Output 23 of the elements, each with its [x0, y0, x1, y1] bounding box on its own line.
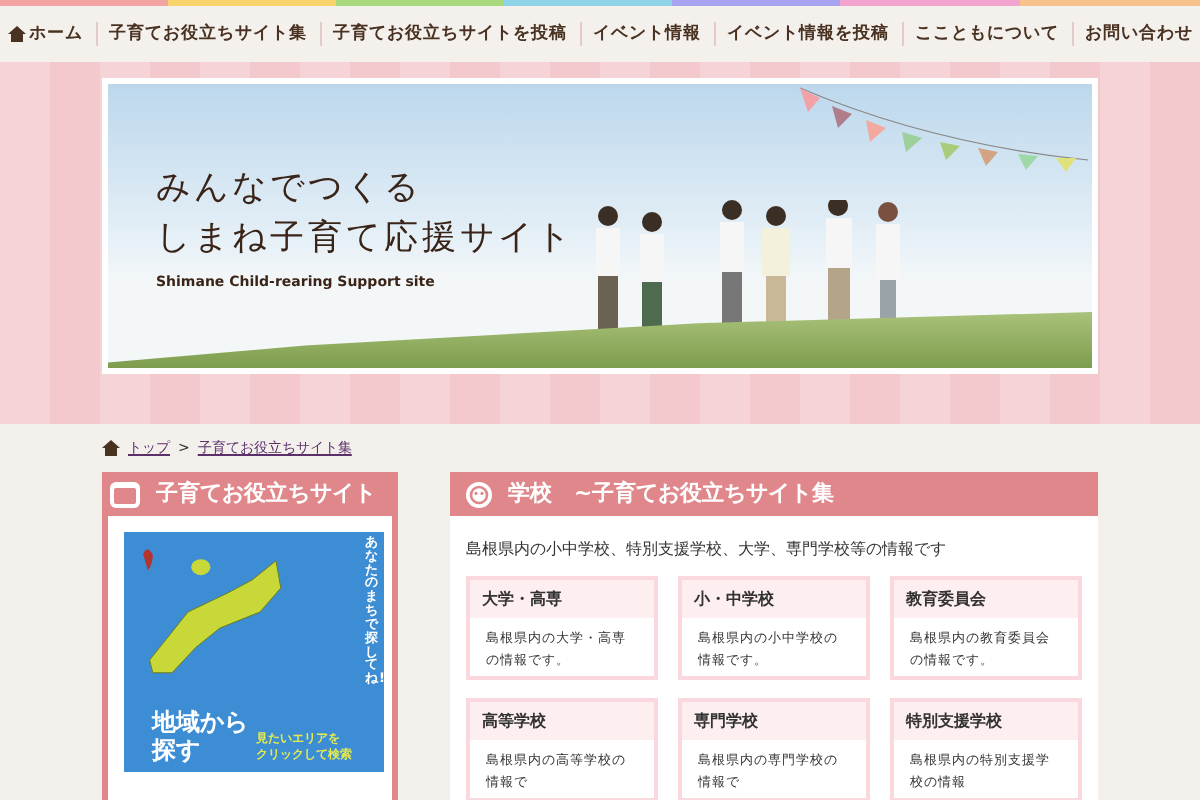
nav-link[interactable]: ここともについて — [901, 22, 1071, 46]
card-title: 小・中学校 — [682, 580, 866, 618]
card-title: 教育委員会 — [894, 580, 1078, 618]
nav-link[interactable]: イベント情報を投稿 — [713, 22, 901, 46]
panel-title: 子育てお役立ちサイト — [156, 477, 376, 510]
window-icon — [110, 481, 140, 507]
intro-text: 島根県内の小中学校、特別支援学校、大学、専門学校等の情報です — [464, 538, 948, 562]
card-title: 特別支援学校 — [894, 702, 1078, 740]
map-drawing — [140, 548, 284, 676]
nav-link[interactable]: お問い合わせ — [1071, 22, 1200, 46]
panel-title: 学校 ~子育てお役立ちサイト集 — [508, 477, 835, 510]
card-title: 大学・高専 — [470, 580, 654, 618]
card-title: 高等学校 — [470, 702, 654, 740]
house-icon — [102, 440, 120, 456]
smiley-icon — [466, 481, 492, 507]
nav-link[interactable]: 子育てお役立ちサイト集 — [95, 22, 319, 46]
nav-link[interactable]: 子育てお役立ちサイトを投稿 — [319, 22, 579, 46]
site-title: みんなでつくる しまね子育て応援サイト — [156, 166, 574, 262]
card-title: 専門学校 — [682, 702, 866, 740]
nav-link[interactable]: イベント情報 — [579, 22, 713, 46]
nav-link[interactable]: ホーム — [0, 22, 95, 46]
house-icon — [7, 26, 25, 42]
banner-heading: 地域から 探す — [152, 708, 248, 764]
